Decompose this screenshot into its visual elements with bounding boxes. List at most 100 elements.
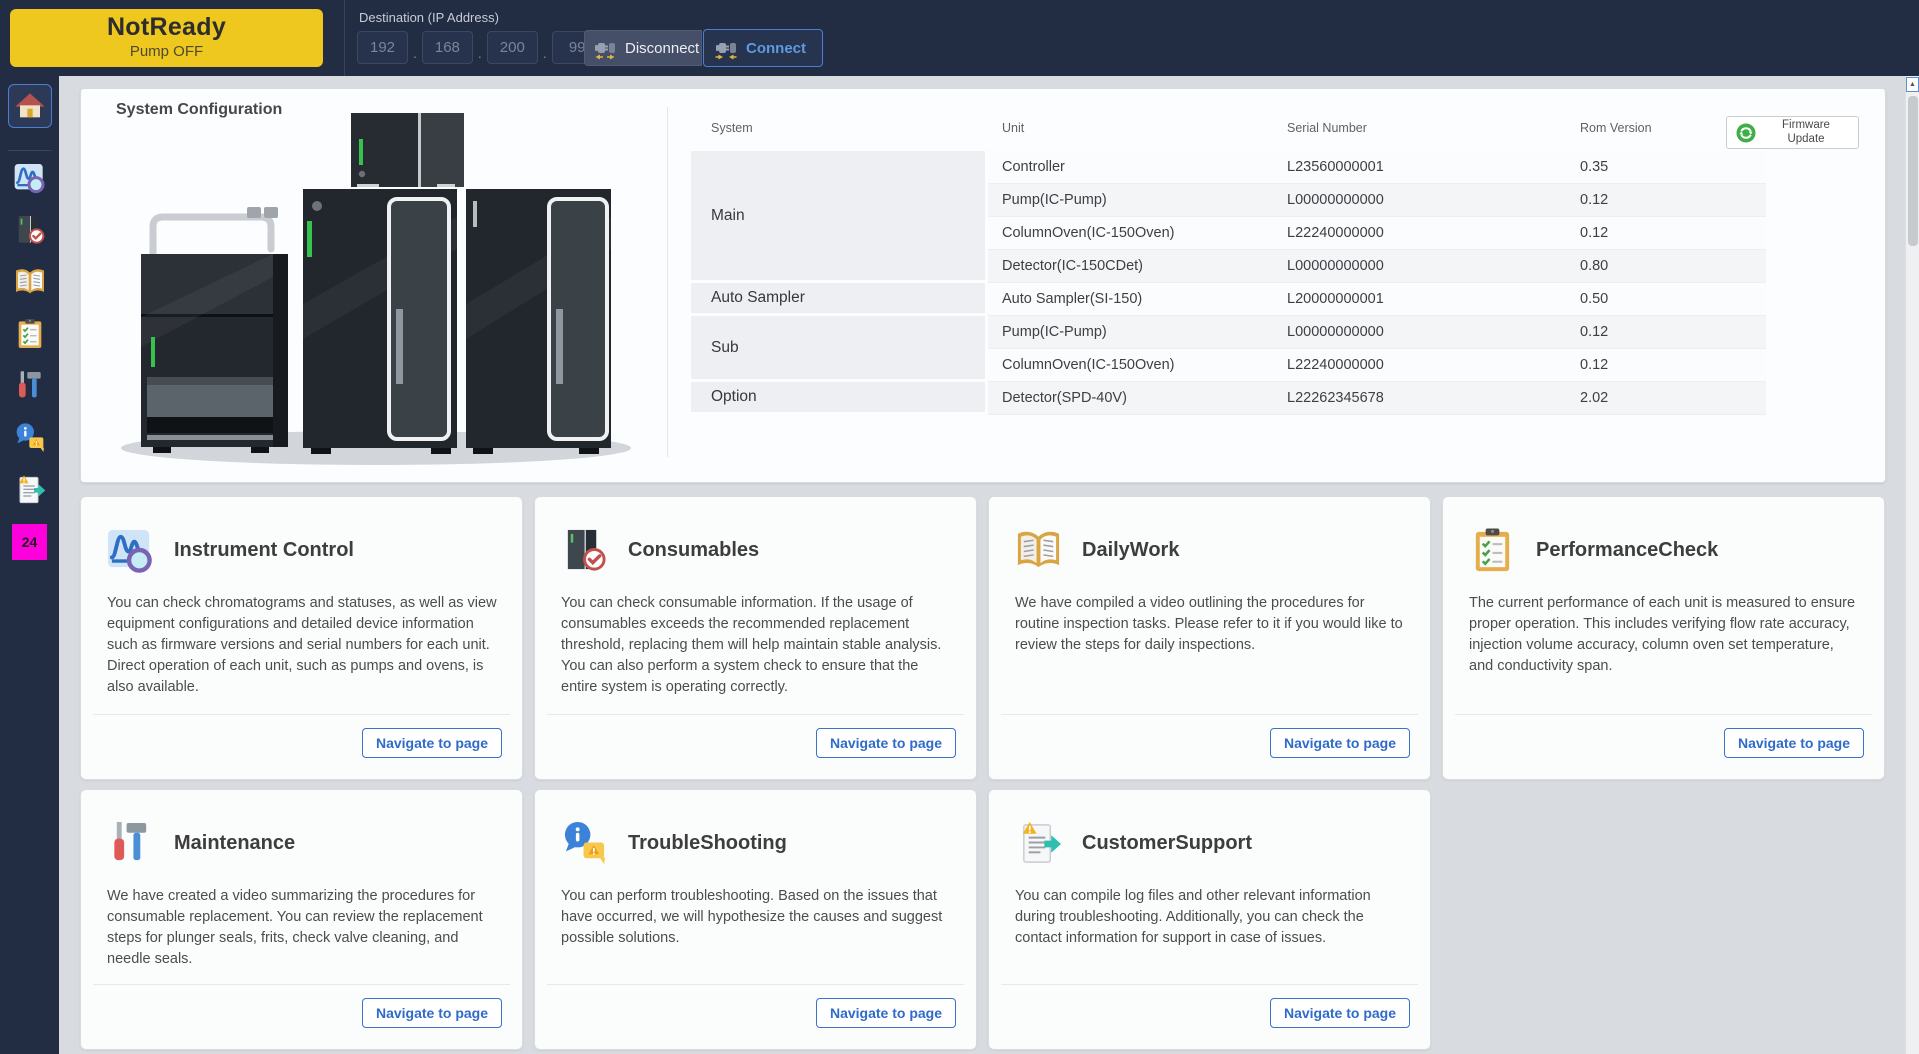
disconnect-button[interactable]: Disconnect <box>584 30 702 66</box>
system-configuration-table: System Unit Serial Number Rom Version Ma… <box>691 111 1766 415</box>
card-divider <box>93 984 510 985</box>
navigate-to-page-button[interactable]: Navigate to page <box>362 728 502 758</box>
serial-cell: L22240000000 <box>1273 349 1566 382</box>
status-subtitle: Pump OFF <box>10 43 323 60</box>
panel-divider <box>667 107 668 457</box>
sidebar-item-customersupport[interactable] <box>8 468 52 512</box>
scrollbar-up-arrow[interactable]: ▲ <box>1906 77 1919 92</box>
sidebar-nav: 24 <box>0 76 59 1054</box>
navigate-to-page-button[interactable]: Navigate to page <box>1724 728 1864 758</box>
firmware-update-label: Firmware Update <box>1763 119 1849 147</box>
sidebar-item-home[interactable] <box>8 84 52 128</box>
unit-cell: Auto Sampler(SI-150) <box>988 283 1273 316</box>
card-performancecheck: PerformanceCheck The current performance… <box>1442 496 1885 780</box>
notification-count-badge[interactable]: 24 <box>12 524 47 560</box>
serial-cell: L00000000000 <box>1273 184 1566 217</box>
card-description: You can check chromatograms and statuses… <box>107 593 497 698</box>
serial-cell: L22240000000 <box>1273 217 1566 250</box>
card-header: Maintenance <box>107 820 295 867</box>
navigate-to-page-button[interactable]: Navigate to page <box>816 998 956 1028</box>
card-dailywork: DailyWork We have compiled a video outli… <box>988 496 1431 780</box>
table-row: SubPump(IC-Pump)L000000000000.12 <box>691 316 1766 349</box>
rom-cell: 2.02 <box>1566 382 1766 415</box>
destination-label: Destination (IP Address) <box>359 10 499 25</box>
card-header: Consumables <box>561 527 759 574</box>
rom-cell: 0.50 <box>1566 283 1766 316</box>
sidebar-item-instrument-control[interactable] <box>8 156 52 200</box>
ip-octet-2-field[interactable]: 168 <box>422 31 473 64</box>
cards-grid: Instrument Control You can check chromat… <box>80 496 1885 1050</box>
sidebar-item-maintenance[interactable] <box>8 364 52 408</box>
card-title: Maintenance <box>174 832 295 855</box>
table-row: MainControllerL235600000010.35 <box>691 151 1766 184</box>
main-content: System Configuration <box>59 76 1905 1054</box>
tools-icon <box>14 370 46 402</box>
navigate-to-page-button[interactable]: Navigate to page <box>362 998 502 1028</box>
rom-cell: 0.80 <box>1566 250 1766 283</box>
column-header-system: System <box>691 111 988 151</box>
vertical-scrollbar[interactable]: ▲ <box>1905 76 1919 1054</box>
card-title: DailyWork <box>1082 539 1179 562</box>
ip-address-group: 192 . 168 . 200 . 99 <box>357 31 603 64</box>
sidebar-item-dailywork[interactable] <box>8 260 52 304</box>
system-configuration-panel: System Configuration <box>80 88 1886 483</box>
card-header: Instrument Control <box>107 527 354 574</box>
status-badge: NotReady Pump OFF <box>10 9 323 67</box>
card-divider <box>93 714 510 715</box>
card-consumables: Consumables You can check consumable inf… <box>534 496 977 780</box>
instrument-illustration <box>101 99 661 469</box>
rom-cell: 0.12 <box>1566 316 1766 349</box>
rom-cell: 0.12 <box>1566 217 1766 250</box>
card-description: You can compile log files and other rele… <box>1015 886 1405 949</box>
card-description: We have created a video summarizing the … <box>107 886 497 970</box>
unit-cell: Detector(SPD-40V) <box>988 382 1273 415</box>
column-header-rom-version: Rom Version <box>1566 111 1766 151</box>
chromatogram-magnifier-icon <box>107 527 154 574</box>
card-divider <box>547 984 964 985</box>
ip-dot: . <box>542 45 548 64</box>
ip-octet-3-field[interactable]: 200 <box>487 31 538 64</box>
column-header-serial-number: Serial Number <box>1273 111 1566 151</box>
connect-button[interactable]: Connect <box>703 29 823 67</box>
home-icon <box>14 90 46 122</box>
open-book-icon <box>14 266 46 298</box>
status-title: NotReady <box>10 13 323 42</box>
navigate-to-page-button[interactable]: Navigate to page <box>816 728 956 758</box>
card-title: CustomerSupport <box>1082 832 1252 855</box>
card-description: You can check consumable information. If… <box>561 593 951 698</box>
navigate-to-page-button[interactable]: Navigate to page <box>1270 728 1410 758</box>
card-header: TroubleShooting <box>561 820 787 867</box>
ip-dot: . <box>477 45 483 64</box>
navigate-to-page-button[interactable]: Navigate to page <box>1270 998 1410 1028</box>
system-group-cell: Option <box>691 382 988 415</box>
system-table-body: MainControllerL235600000010.35 Pump(IC-Pu… <box>691 151 1766 415</box>
unit-cell: Pump(IC-Pump) <box>988 316 1273 349</box>
system-group-cell: Sub <box>691 316 988 382</box>
open-book-icon <box>1015 527 1062 574</box>
scrollbar-thumb[interactable] <box>1908 96 1918 246</box>
disconnect-button-label: Disconnect <box>625 40 699 57</box>
serial-cell: L00000000000 <box>1273 316 1566 349</box>
rom-cell: 0.12 <box>1566 184 1766 217</box>
card-divider <box>1455 714 1872 715</box>
topbar-divider <box>344 0 345 76</box>
sidebar-item-consumables[interactable] <box>8 208 52 252</box>
sidebar-item-troubleshooting[interactable] <box>8 416 52 460</box>
card-title: TroubleShooting <box>628 832 787 855</box>
card-description: You can perform troubleshooting. Based o… <box>561 886 951 949</box>
chat-alert-icon <box>14 422 46 454</box>
serial-cell: L22262345678 <box>1273 382 1566 415</box>
card-description: The current performance of each unit is … <box>1469 593 1859 677</box>
system-group-cell: Main <box>691 151 988 283</box>
sidebar-item-performancecheck[interactable] <box>8 312 52 356</box>
ip-dot: . <box>412 45 418 64</box>
unit-cell: Detector(IC-150CDet) <box>988 250 1273 283</box>
ip-octet-1-field[interactable]: 192 <box>357 31 408 64</box>
rom-cell: 0.35 <box>1566 151 1766 184</box>
card-customersupport: CustomerSupport You can compile log file… <box>988 789 1431 1050</box>
serial-cell: L00000000000 <box>1273 250 1566 283</box>
document-export-icon <box>1015 820 1062 867</box>
card-troubleshooting: TroubleShooting You can perform troubles… <box>534 789 977 1050</box>
card-maintenance: Maintenance We have created a video summ… <box>80 789 523 1050</box>
card-title: Consumables <box>628 539 759 562</box>
